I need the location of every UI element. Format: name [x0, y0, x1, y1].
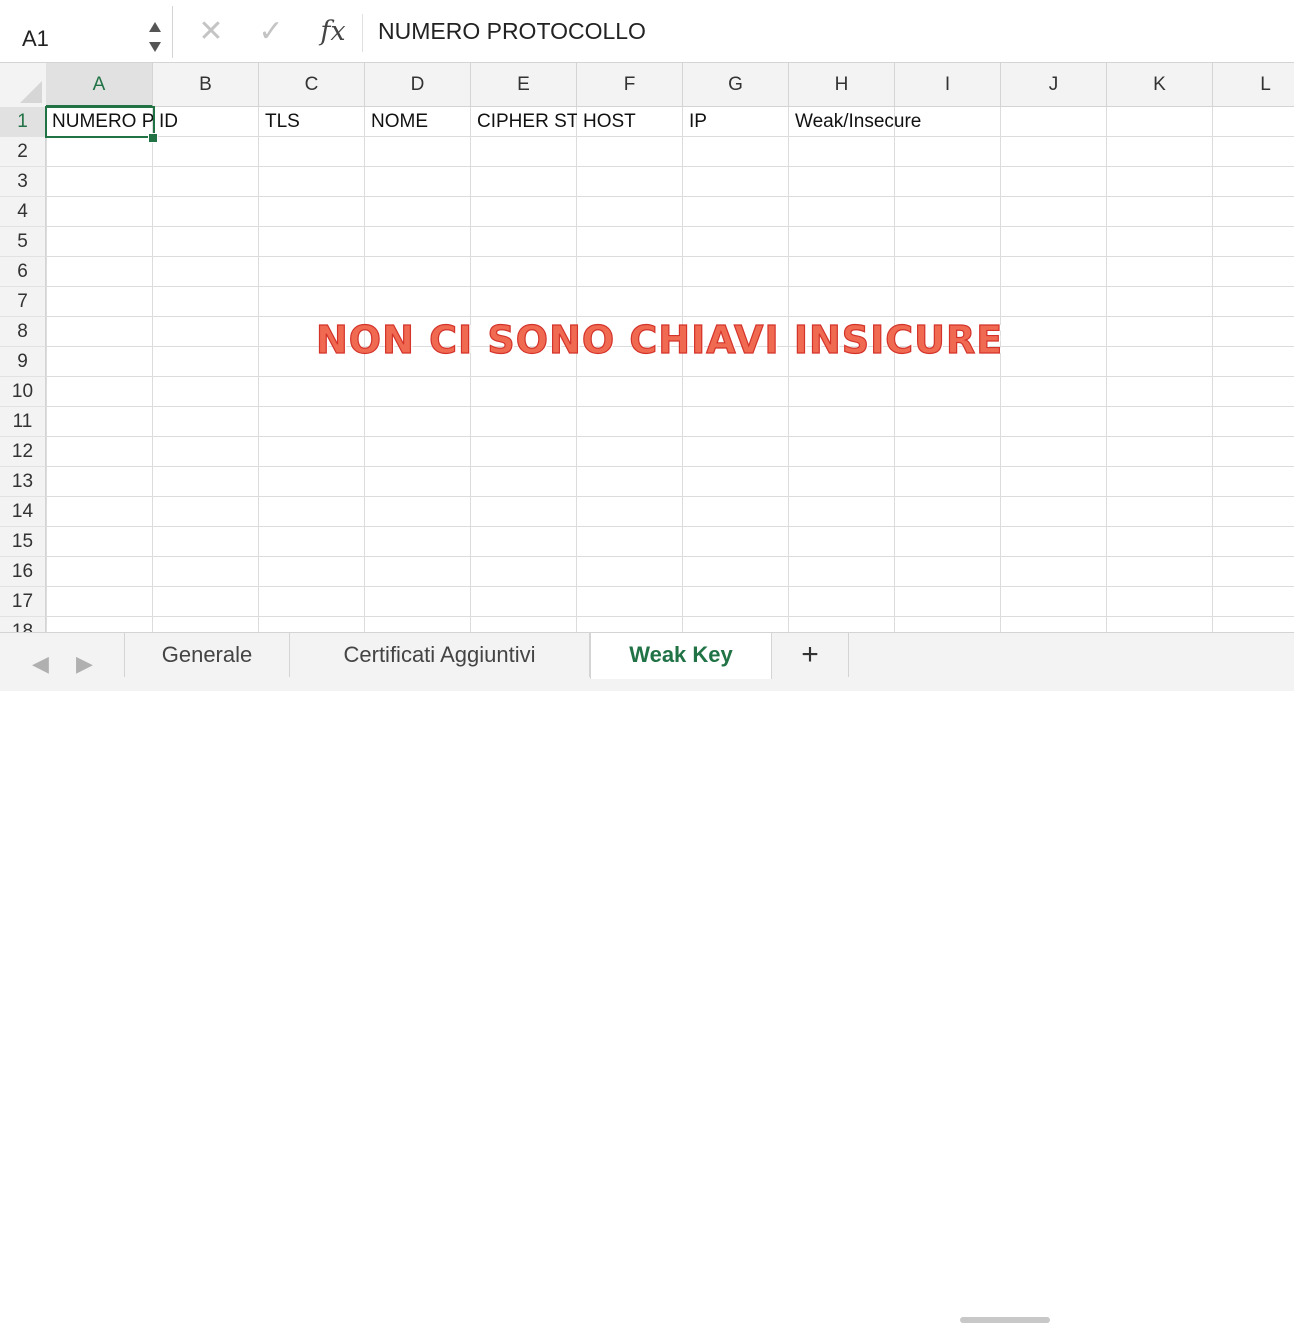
- worksheet-grid[interactable]: A B C D E F G H I J K L 1 2 3 4 5 6 7 8 …: [0, 63, 1294, 632]
- previous-sheet-icon[interactable]: ◀: [32, 651, 49, 677]
- next-sheet-icon[interactable]: ▶: [76, 651, 93, 677]
- row-header-8[interactable]: 8: [0, 317, 46, 347]
- row-header-17[interactable]: 17: [0, 587, 46, 617]
- column-header-i[interactable]: I: [895, 63, 1001, 107]
- row-header-13[interactable]: 13: [0, 467, 46, 497]
- row-header-16[interactable]: 16: [0, 557, 46, 587]
- fill-handle[interactable]: [148, 133, 158, 143]
- add-sheet-button[interactable]: +: [772, 633, 849, 677]
- row-header-14[interactable]: 14: [0, 497, 46, 527]
- row-header-1[interactable]: 1: [0, 107, 46, 137]
- overlay-text-label: NON CI SONO CHIAVI INSICURE: [315, 317, 1004, 362]
- row-header-3[interactable]: 3: [0, 167, 46, 197]
- column-header-a[interactable]: A: [46, 63, 153, 107]
- row-header-11[interactable]: 11: [0, 407, 46, 437]
- column-header-g[interactable]: G: [683, 63, 789, 107]
- sheet-tab-bar: ◀ ▶ Generale Certificati Aggiuntivi Weak…: [0, 632, 1294, 1323]
- row-header-2[interactable]: 2: [0, 137, 46, 167]
- cell-h1[interactable]: Weak/Insecure: [789, 107, 1001, 137]
- insert-function-icon[interactable]: fx: [316, 14, 350, 50]
- selected-cell-outline: [45, 106, 155, 138]
- cell-reference[interactable]: A1: [22, 26, 49, 52]
- select-all-corner[interactable]: [0, 63, 47, 108]
- column-header-d[interactable]: D: [365, 63, 471, 107]
- row-header-18[interactable]: 18: [0, 617, 46, 632]
- cell-d1[interactable]: NOME: [365, 107, 471, 137]
- name-box-stepper-icon[interactable]: [146, 18, 164, 58]
- tab-weak-key[interactable]: Weak Key: [590, 633, 772, 679]
- column-header-j[interactable]: J: [1001, 63, 1107, 107]
- formula-divider: [362, 14, 363, 52]
- row-header-6[interactable]: 6: [0, 257, 46, 287]
- row-header-4[interactable]: 4: [0, 197, 46, 227]
- cancel-icon[interactable]: ✕: [196, 14, 226, 50]
- tab-generale[interactable]: Generale: [124, 633, 290, 677]
- cell-area[interactable]: [46, 107, 1294, 632]
- cell-b1[interactable]: ID: [153, 107, 259, 137]
- horizontal-scrollbar[interactable]: [960, 1317, 1050, 1323]
- cell-c1[interactable]: TLS: [259, 107, 365, 137]
- row-header-12[interactable]: 12: [0, 437, 46, 467]
- cell-e1[interactable]: CIPHER STRENGTH: [471, 107, 577, 137]
- tab-certificati-aggiuntivi[interactable]: Certificati Aggiuntivi: [290, 633, 590, 677]
- row-header-15[interactable]: 15: [0, 527, 46, 557]
- column-header-l[interactable]: L: [1213, 63, 1294, 107]
- row-header-5[interactable]: 5: [0, 227, 46, 257]
- column-header-c[interactable]: C: [259, 63, 365, 107]
- formula-bar: A1 ✕ ✓ fx NUMERO PROTOCOLLO: [0, 0, 1294, 63]
- cell-g1[interactable]: IP: [683, 107, 789, 137]
- formula-input[interactable]: NUMERO PROTOCOLLO: [378, 18, 646, 45]
- column-header-e[interactable]: E: [471, 63, 577, 107]
- column-header-k[interactable]: K: [1107, 63, 1213, 107]
- row-header-10[interactable]: 10: [0, 377, 46, 407]
- column-header-h[interactable]: H: [789, 63, 895, 107]
- column-header-f[interactable]: F: [577, 63, 683, 107]
- row-header-9[interactable]: 9: [0, 347, 46, 377]
- row-header-7[interactable]: 7: [0, 287, 46, 317]
- cell-f1[interactable]: HOST: [577, 107, 683, 137]
- name-box[interactable]: A1: [0, 6, 173, 58]
- overlay-text: NON CI SONO CHIAVI INSICURE: [315, 317, 1004, 362]
- confirm-icon[interactable]: ✓: [256, 14, 286, 50]
- column-header-b[interactable]: B: [153, 63, 259, 107]
